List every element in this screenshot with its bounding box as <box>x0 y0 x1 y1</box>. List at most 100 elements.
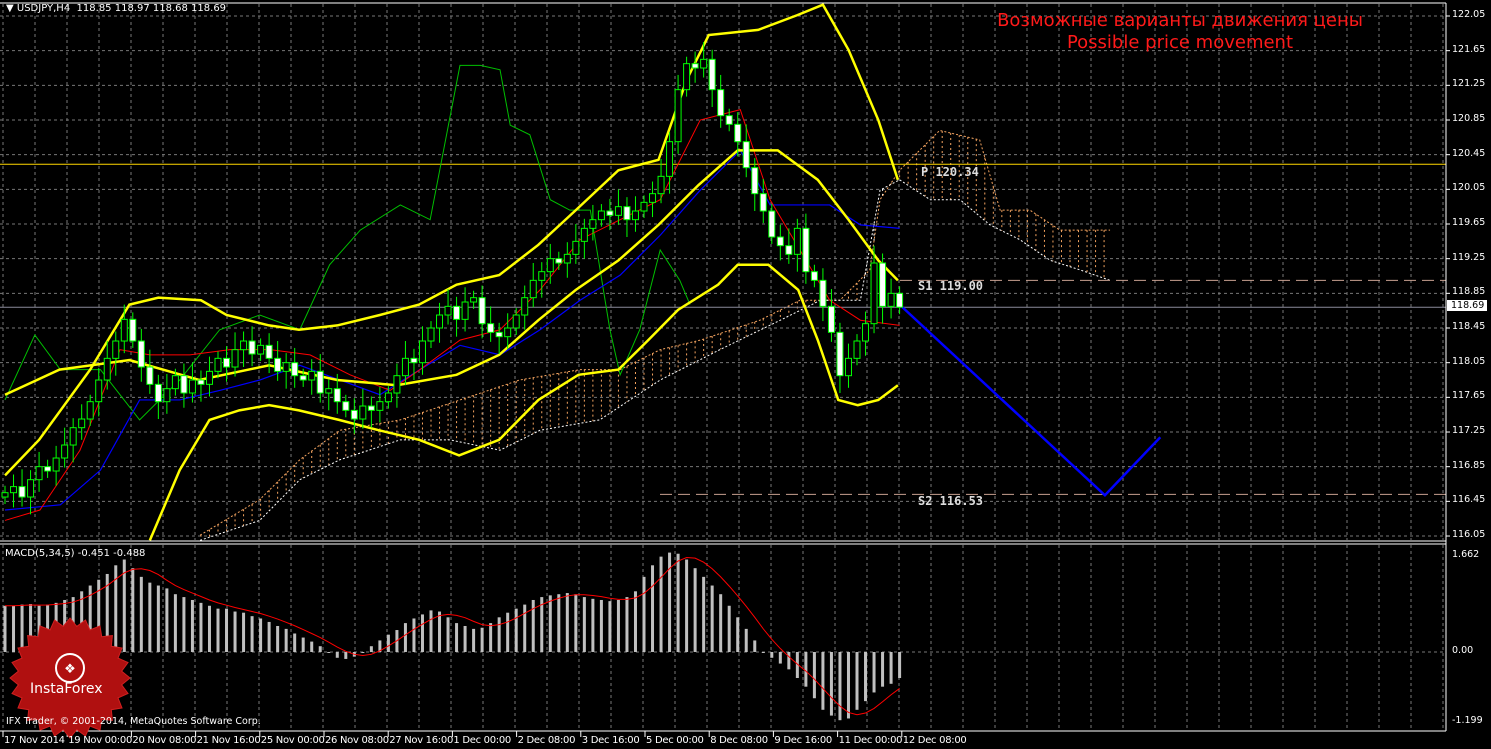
macd-bar <box>156 585 160 652</box>
price-tick-label: 116.45 <box>1452 494 1486 506</box>
candle-body <box>257 344 265 355</box>
candle-body <box>325 388 333 394</box>
candle-body <box>453 305 461 320</box>
time-tick-label: 19 Nov 00:00 <box>68 735 133 746</box>
candle-body <box>384 392 392 403</box>
macd-bar <box>710 585 714 652</box>
candle-body <box>623 206 631 221</box>
price-tick-label: 117.65 <box>1452 390 1486 402</box>
candle-body <box>700 58 708 69</box>
macd-bar <box>506 612 510 652</box>
macd-bar <box>565 593 569 652</box>
candle-body <box>725 115 733 125</box>
candle-body <box>171 375 179 390</box>
macd-bar <box>812 652 816 699</box>
candle-body <box>180 375 188 394</box>
macd-bar <box>472 628 476 652</box>
candle-body <box>768 210 776 238</box>
macd-bar <box>190 599 194 652</box>
macd-bar <box>898 652 902 679</box>
time-tick-label: 3 Dec 16:00 <box>581 735 640 746</box>
macd-tick-label: 1.662 <box>1452 549 1480 560</box>
candle-body <box>44 466 52 472</box>
candle-body <box>205 370 213 385</box>
price-chart[interactable]: ❖ <box>0 0 1491 749</box>
svg-text:❖: ❖ <box>64 662 76 677</box>
time-tick-label: 27 Nov 16:00 <box>389 735 454 746</box>
macd-bar <box>676 553 680 652</box>
macd-bar <box>651 565 655 652</box>
time-tick-label: 21 Nov 16:00 <box>196 735 261 746</box>
dropdown-triangle-icon[interactable]: ▼ <box>6 3 14 14</box>
candle-body <box>248 340 256 355</box>
candle-body <box>606 210 614 216</box>
macd-bar <box>872 652 876 693</box>
time-tick-label: 20 Nov 08:00 <box>132 735 197 746</box>
candle-body <box>1 492 9 498</box>
candle-body <box>734 123 742 143</box>
macd-bar <box>761 652 765 653</box>
candle-body <box>802 227 810 273</box>
price-tick-label: 120.45 <box>1452 147 1486 159</box>
macd-bar <box>633 591 637 652</box>
candle-body <box>708 58 716 91</box>
macd-bar <box>787 652 791 670</box>
candle-body <box>853 340 861 359</box>
macd-bar <box>250 616 254 652</box>
candle-body <box>742 141 750 169</box>
candle-body <box>546 258 554 273</box>
candle-body <box>436 314 444 329</box>
macd-bar <box>293 633 297 652</box>
macd-bar <box>753 640 757 652</box>
macd-bar <box>165 588 169 652</box>
time-tick-label: 11 Dec 00:00 <box>838 735 903 746</box>
price-tick-label: 121.65 <box>1452 43 1486 55</box>
tenkan-line <box>4 109 900 521</box>
candle-body <box>555 258 563 264</box>
macd-bar <box>455 623 459 652</box>
macd-bar <box>719 594 723 652</box>
macd-bar <box>139 576 143 652</box>
price-tick-label: 118.85 <box>1452 286 1486 298</box>
candle-body <box>265 344 273 359</box>
price-tick-label: 119.65 <box>1452 217 1486 228</box>
macd-bar <box>685 559 689 652</box>
macd-bar <box>846 652 850 719</box>
macd-bar <box>361 652 365 653</box>
candle-body <box>887 292 895 307</box>
macd-bar <box>557 594 561 652</box>
macd-bar <box>770 652 774 658</box>
price-tick-label: 121.25 <box>1452 78 1486 90</box>
price-tick-label: 116.85 <box>1452 459 1486 471</box>
macd-bar <box>881 652 885 687</box>
candle-body <box>154 383 162 403</box>
macd-bar <box>3 605 7 652</box>
macd-bar <box>829 652 833 716</box>
candle-body <box>657 175 665 195</box>
candle-body <box>495 331 503 338</box>
macd-bar <box>242 612 246 652</box>
candle-body <box>214 357 222 372</box>
price-tick-label: 122.05 <box>1452 9 1486 20</box>
candle-body <box>461 301 469 320</box>
candle-body <box>129 318 137 342</box>
macd-bar <box>838 652 842 721</box>
symbol-header[interactable]: ▼ USDJPY,H4 118.85 118.97 118.68 118.69 <box>6 3 226 14</box>
candle-body <box>751 167 759 195</box>
candle-body <box>291 362 299 377</box>
candle-body <box>308 370 316 381</box>
candle-body <box>112 340 120 359</box>
candle-body <box>240 340 248 351</box>
macd-bar <box>744 628 748 652</box>
macd-bar <box>327 652 331 653</box>
price-tick-label: 119.25 <box>1452 251 1486 263</box>
macd-bar <box>301 637 305 652</box>
candle-body <box>487 323 495 333</box>
macd-bar <box>702 576 706 652</box>
candle-body <box>367 405 375 411</box>
candle-body <box>223 357 231 368</box>
macd-bar <box>889 652 893 684</box>
candle-body <box>827 305 835 333</box>
time-tick-label: 2 Dec 08:00 <box>517 735 576 746</box>
candle-body <box>870 262 878 325</box>
